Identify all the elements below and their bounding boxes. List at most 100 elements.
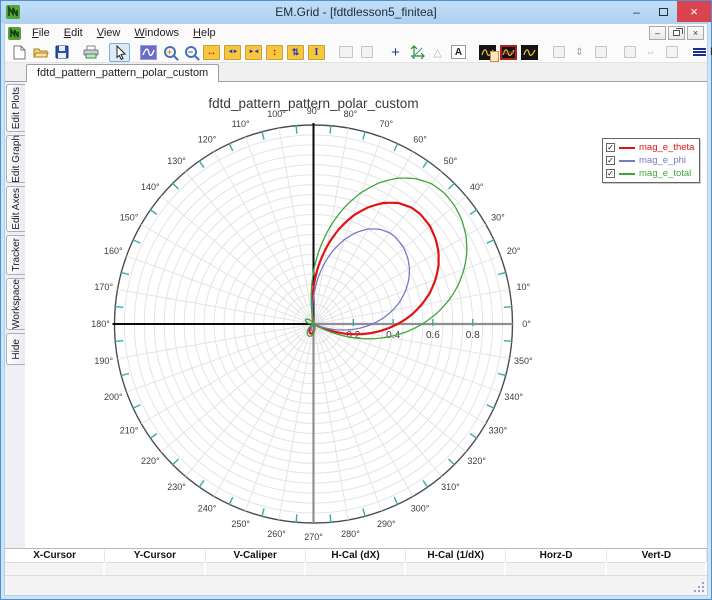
expand-vertical-icon: ↕	[266, 45, 283, 60]
space-vertical-icon: ⇕	[575, 47, 583, 58]
svg-text:120°: 120°	[198, 135, 217, 145]
new-file-button[interactable]	[9, 43, 30, 62]
svg-text:310°: 310°	[441, 482, 460, 492]
sidebar-item-edit-axes[interactable]: Edit Axes	[6, 186, 25, 232]
sidebar-item-workspace[interactable]: Workspace	[6, 278, 25, 330]
expand-horizontal-button[interactable]: ↔	[201, 43, 222, 62]
title-bar: EM.Grid - [fdtdlesson5_finitea] – ×	[1, 1, 711, 23]
close-button[interactable]: ×	[677, 1, 711, 22]
fit-horizontal-button[interactable]: ►◄	[243, 43, 264, 62]
client-area: FileEditViewWindowsHelp – × + − ↔ ◄► ►◄ …	[4, 23, 708, 596]
select-pointer-button[interactable]	[109, 43, 130, 62]
align-right-icon	[666, 46, 678, 58]
zoom-out-button[interactable]: −	[180, 43, 201, 62]
sidebar-item-label: Workspace	[11, 279, 22, 329]
sidebar-item-label: Edit Axes	[11, 188, 22, 230]
cursor-column-header: H-Cal (dX)	[306, 549, 406, 562]
cursor-column-header: H-Cal (1/dX)	[406, 549, 506, 562]
cursor-readout-table: X-CursorY-CursorV-CaliperH-Cal (dX)H-Cal…	[5, 548, 707, 575]
plot-colors-icon	[500, 45, 517, 60]
plot-style-edit-icon	[479, 45, 496, 60]
cursor-column-header: Horz-D	[506, 549, 606, 562]
zoom-in-button[interactable]: +	[159, 43, 180, 62]
tracker-axes-button[interactable]	[406, 43, 427, 62]
menu-item-edit[interactable]: Edit	[57, 26, 90, 40]
legend-label: mag_e_phi	[639, 155, 686, 166]
space-horizontal-button: ⇔	[640, 43, 661, 62]
svg-text:0.2: 0.2	[346, 330, 360, 341]
maximize-icon	[659, 8, 668, 16]
tab-fdtd-pattern-polar-custom[interactable]: fdtd_pattern_pattern_polar_custom	[26, 64, 219, 82]
text-annotation-button[interactable]: A	[448, 43, 469, 62]
save-button[interactable]	[51, 43, 72, 62]
cursor-value-cell	[5, 562, 105, 575]
svg-text:230°: 230°	[167, 482, 186, 492]
space-vertical-button: ⇕	[569, 43, 590, 62]
mdi-minimize-button[interactable]: –	[649, 26, 666, 40]
menu-items: FileEditViewWindowsHelp	[25, 26, 223, 40]
legend-checkbox-mag_e_theta[interactable]: ✓	[606, 143, 615, 152]
cursor-table-values	[5, 562, 707, 575]
menu-item-file[interactable]: File	[25, 26, 57, 40]
cursor-value-cell	[406, 562, 506, 575]
maximize-button[interactable]	[650, 1, 677, 22]
cursor-value-cell	[206, 562, 306, 575]
svg-text:250°: 250°	[231, 519, 250, 529]
triangle-marker-button: △	[427, 43, 448, 62]
save-floppy-icon	[55, 45, 69, 59]
print-button[interactable]	[80, 43, 101, 62]
plot-colors-button[interactable]	[498, 43, 519, 62]
align-top-button	[548, 43, 569, 62]
zoom-box-button	[356, 43, 377, 62]
crosshair-icon: +	[391, 45, 400, 60]
menu-item-windows[interactable]: Windows	[127, 26, 186, 40]
legend-entry-mag_e_phi: ✓ mag_e_phi	[606, 154, 694, 167]
document-logo-icon	[8, 27, 21, 40]
menu-bar: FileEditViewWindowsHelp – ×	[5, 24, 707, 42]
sidebar-item-edit-plots[interactable]: Edit Plots	[6, 84, 25, 132]
fit-vertical-button[interactable]: I	[306, 43, 327, 62]
minimize-button[interactable]: –	[623, 1, 650, 22]
svg-text:350°: 350°	[514, 356, 533, 366]
expand-vertical-button[interactable]: ↕	[264, 43, 285, 62]
shrink-horizontal-button[interactable]: ◄►	[222, 43, 243, 62]
text-tool-icon: A	[451, 45, 466, 59]
align-bottom-icon	[595, 46, 607, 58]
shrink-vertical-button[interactable]: ⇅	[285, 43, 306, 62]
sidebar-item-edit-graph[interactable]: Edit Graph	[6, 135, 25, 183]
svg-text:10°: 10°	[516, 282, 530, 292]
fit-view-button[interactable]	[138, 43, 159, 62]
legend-entry-mag_e_theta: ✓mag_e_theta	[606, 141, 694, 154]
resize-grip[interactable]	[702, 590, 704, 592]
sidebar-item-label: Edit Graph	[11, 135, 22, 183]
fit-horizontal-icon: ►◄	[245, 45, 262, 60]
cursor-column-header: V-Caliper	[206, 549, 306, 562]
svg-text:260°: 260°	[267, 529, 286, 539]
legend-checkbox-mag_e_phi[interactable]: ✓	[606, 156, 615, 165]
menu-item-view[interactable]: View	[90, 26, 128, 40]
window-title: EM.Grid - [fdtdlesson5_finitea]	[1, 5, 711, 19]
legend-line-sample	[619, 160, 635, 162]
svg-text:290°: 290°	[377, 519, 396, 529]
mdi-restore-button[interactable]	[668, 26, 685, 40]
open-file-button[interactable]	[30, 43, 51, 62]
svg-text:0°: 0°	[522, 319, 531, 329]
status-bar	[5, 575, 707, 595]
cursor-crosshair-button[interactable]: +	[385, 43, 406, 62]
sidebar-item-hide[interactable]: Hide	[6, 333, 25, 365]
main-toolbar: + − ↔ ◄► ►◄ ↕ ⇅ I + △ A ⇕ ⇔	[5, 42, 707, 63]
menu-item-help[interactable]: Help	[186, 26, 223, 40]
open-folder-icon	[33, 46, 49, 59]
shrink-vertical-icon: ⇅	[287, 45, 304, 60]
fit-vertical-icon: I	[308, 45, 325, 60]
align-left-icon	[624, 46, 636, 58]
mdi-window-buttons: – ×	[649, 26, 707, 40]
zoom-window-button	[335, 43, 356, 62]
legend-checkbox-mag_e_total[interactable]: ✓	[606, 169, 615, 178]
plot-theme-button[interactable]	[519, 43, 540, 62]
mdi-close-button[interactable]: ×	[687, 26, 704, 40]
layout-menu-button[interactable]: Layout ▾	[688, 44, 712, 60]
edit-plot-style-button[interactable]	[477, 43, 498, 62]
svg-text:20°: 20°	[507, 246, 521, 256]
sidebar-item-tracker[interactable]: Tracker	[6, 235, 25, 275]
